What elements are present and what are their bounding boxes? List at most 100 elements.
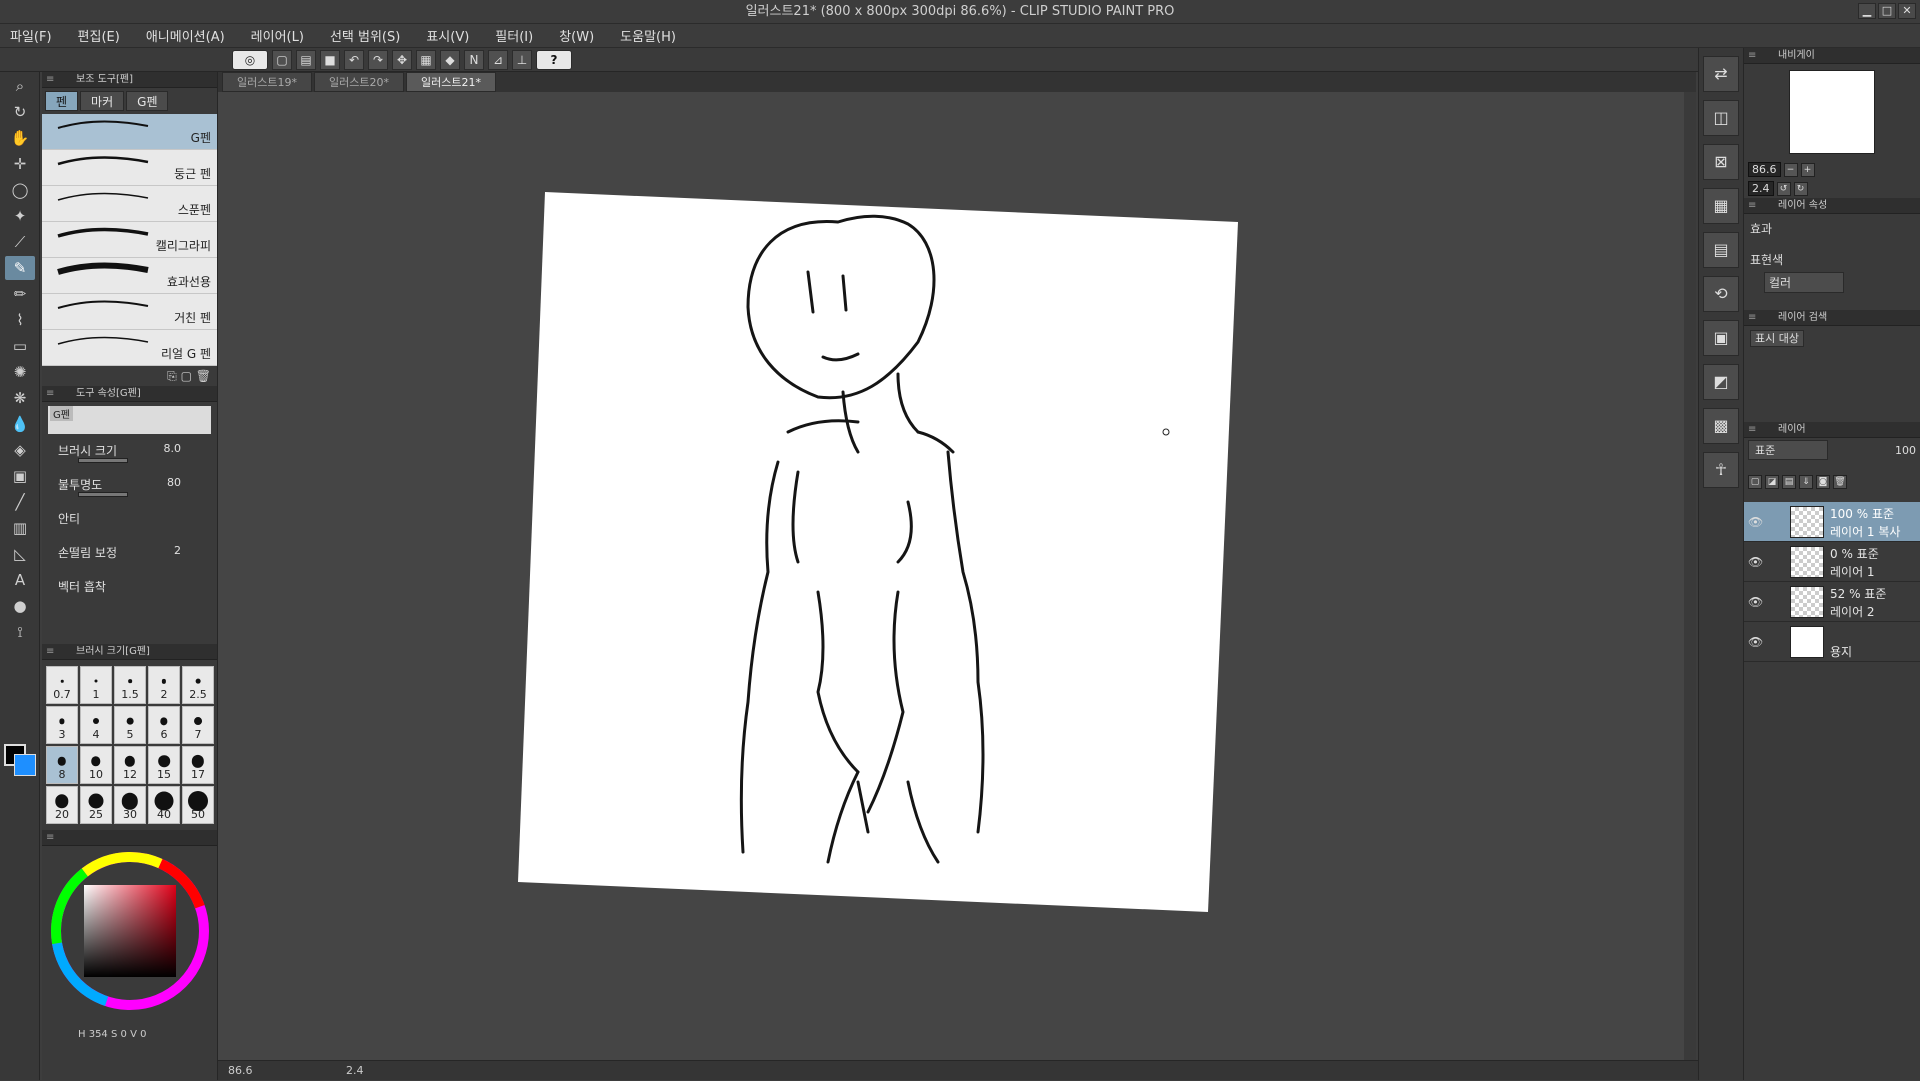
close-button[interactable]: ✕ bbox=[1898, 3, 1916, 19]
blend-tool-icon[interactable]: 💧 bbox=[5, 412, 35, 436]
stabilization-value[interactable]: 2 bbox=[174, 544, 181, 557]
layer-name[interactable]: 레이어 1 복사 bbox=[1830, 523, 1900, 540]
open-file-icon[interactable]: ▤ bbox=[296, 50, 316, 70]
hue-value[interactable]: 354 bbox=[89, 1029, 108, 1040]
color-swatch[interactable] bbox=[4, 744, 36, 784]
pencil-tool-icon[interactable]: ✏ bbox=[5, 282, 35, 306]
menu-selection[interactable]: 선택 범위(S) bbox=[330, 26, 400, 45]
brush-size-cell[interactable]: 1 bbox=[80, 666, 112, 704]
antialias-row[interactable]: 안티 bbox=[48, 508, 211, 542]
balloon-tool-icon[interactable]: ● bbox=[5, 594, 35, 618]
subtab-marker[interactable]: 마커 bbox=[80, 91, 125, 111]
eraser-tool-icon[interactable]: ▭ bbox=[5, 334, 35, 358]
brush-size-cell[interactable]: 40 bbox=[148, 786, 180, 824]
transform-icon[interactable]: ✥ bbox=[392, 50, 412, 70]
frame-tool-icon[interactable]: ▥ bbox=[5, 516, 35, 540]
material-icon[interactable]: ▦ bbox=[1703, 188, 1739, 224]
move-tool-icon[interactable]: ✛ bbox=[5, 152, 35, 176]
menu-help[interactable]: 도움말(H) bbox=[620, 26, 676, 45]
decoration-icon[interactable]: ❋ bbox=[5, 386, 35, 410]
new-layer-icon[interactable]: ▢ bbox=[1748, 475, 1762, 489]
lasso-tool-icon[interactable]: ◯ bbox=[5, 178, 35, 202]
brush-size-row[interactable]: 브러시 크기 8.0 bbox=[48, 440, 211, 474]
item-bank-icon[interactable]: ◩ bbox=[1703, 364, 1739, 400]
menu-animation[interactable]: 애니메이션(A) bbox=[146, 26, 225, 45]
brush-size-cell[interactable]: 12 bbox=[114, 746, 146, 784]
snap-ruler-icon[interactable]: N bbox=[464, 50, 484, 70]
navigator-rotation-value[interactable]: 2.4 bbox=[1748, 181, 1774, 196]
layer-name[interactable]: 용지 bbox=[1830, 643, 1852, 660]
brush-size-cell[interactable]: 2.5 bbox=[182, 666, 214, 704]
blend-mode-select[interactable]: 표준 bbox=[1748, 440, 1828, 460]
fill-icon[interactable]: ◆ bbox=[440, 50, 460, 70]
tab-doc-19[interactable]: 일러스트19* bbox=[222, 72, 312, 92]
brush-item[interactable]: 거친 펜 bbox=[42, 294, 217, 330]
canvas-vertical-scrollbar[interactable] bbox=[1684, 92, 1696, 1060]
vector-snap-row[interactable]: 벡터 흡착 bbox=[48, 576, 211, 610]
undo-icon[interactable]: ↶ bbox=[344, 50, 364, 70]
tab-doc-21[interactable]: 일러스트21* bbox=[405, 72, 496, 92]
brush-size-slider[interactable] bbox=[78, 458, 128, 463]
rotate-left-icon[interactable]: ↺ bbox=[1776, 181, 1791, 196]
brush-size-cell[interactable]: 3 bbox=[46, 706, 78, 744]
menu-view[interactable]: 표시(V) bbox=[426, 26, 469, 45]
brush-item[interactable]: 리얼 G 펜 bbox=[42, 330, 217, 366]
brush-size-cell[interactable]: 30 bbox=[114, 786, 146, 824]
redo-icon[interactable]: ↷ bbox=[368, 50, 388, 70]
image-material-icon[interactable]: ▣ bbox=[1703, 320, 1739, 356]
eye-icon[interactable]: 👁 bbox=[1748, 515, 1763, 529]
gradient-icon[interactable]: ▣ bbox=[5, 464, 35, 488]
hand-tool-icon[interactable]: ✋ bbox=[5, 126, 35, 150]
pose-icon[interactable]: ☥ bbox=[1703, 452, 1739, 488]
layer-row[interactable]: 👁 52 % 표준 레이어 2 bbox=[1744, 582, 1920, 622]
menu-window[interactable]: 창(W) bbox=[559, 26, 594, 45]
dock-icon[interactable]: ⇄ bbox=[1703, 56, 1739, 92]
brush-size-cell[interactable]: 7 bbox=[182, 706, 214, 744]
canvas-area[interactable] bbox=[218, 92, 1696, 1060]
brush-item[interactable]: G펜 bbox=[42, 114, 217, 150]
value-value[interactable]: 0 bbox=[140, 1029, 146, 1040]
status-zoom[interactable]: 86.6 bbox=[228, 1064, 253, 1077]
canvas[interactable] bbox=[218, 92, 1696, 1060]
delete-subtool-icon[interactable]: 🗑 bbox=[196, 369, 211, 383]
magic-wand-icon[interactable]: ✦ bbox=[5, 204, 35, 228]
eyedropper-icon[interactable]: ⟋ bbox=[5, 230, 35, 254]
rotate-tool-icon[interactable]: ↻ bbox=[5, 100, 35, 124]
opacity-slider[interactable] bbox=[78, 492, 128, 497]
layer-icon[interactable]: ▤ bbox=[1703, 232, 1739, 268]
ruler-tool-icon[interactable]: ◺ bbox=[5, 542, 35, 566]
background-color[interactable] bbox=[14, 754, 36, 776]
navigator-icon[interactable]: ◫ bbox=[1703, 100, 1739, 136]
snap-special-icon[interactable]: ⊥ bbox=[512, 50, 532, 70]
navigator-thumbnail[interactable] bbox=[1789, 70, 1875, 154]
clip-studio-icon[interactable]: ◎ bbox=[232, 50, 268, 70]
brush-size-cell[interactable]: 6 bbox=[148, 706, 180, 744]
new-vector-layer-icon[interactable]: ◪ bbox=[1765, 475, 1779, 489]
menu-filter[interactable]: 필터(I) bbox=[495, 26, 533, 45]
help-icon[interactable]: ? bbox=[536, 50, 572, 70]
maximize-button[interactable]: □ bbox=[1878, 3, 1896, 19]
layer-name[interactable]: 레이어 2 bbox=[1830, 603, 1875, 620]
eye-icon[interactable]: 👁 bbox=[1748, 595, 1763, 609]
brush-size-cell[interactable]: 50 bbox=[182, 786, 214, 824]
zoom-in-icon[interactable]: + bbox=[1800, 162, 1815, 177]
brush-item[interactable]: 스푼펜 bbox=[42, 186, 217, 222]
search-filter-select[interactable]: 표시 대상 bbox=[1750, 330, 1804, 347]
copy-subtool-icon[interactable]: ⎘ bbox=[167, 369, 177, 383]
new-folder-icon[interactable]: ▤ bbox=[1782, 475, 1796, 489]
layer-row[interactable]: 👁 100 % 표준 레이어 1 복사 bbox=[1744, 502, 1920, 542]
brush-size-cell[interactable]: 20 bbox=[46, 786, 78, 824]
line-tool-icon[interactable]: ╱ bbox=[5, 490, 35, 514]
merge-down-icon[interactable]: ⇓ bbox=[1799, 475, 1813, 489]
status-rotation[interactable]: 2.4 bbox=[346, 1064, 364, 1077]
eye-icon[interactable]: 👁 bbox=[1748, 555, 1763, 569]
pen-tool-icon[interactable]: ✎ bbox=[5, 256, 35, 280]
text-tool-icon[interactable]: A bbox=[5, 568, 35, 592]
brush-item[interactable]: 캘리그라피 bbox=[42, 222, 217, 258]
expression-color-select[interactable]: 컬러 bbox=[1764, 272, 1844, 293]
fill-tool-icon[interactable]: ◈ bbox=[5, 438, 35, 462]
brush-size-cell[interactable]: 4 bbox=[80, 706, 112, 744]
mask-icon[interactable]: ◙ bbox=[1816, 475, 1830, 489]
brush-size-cell[interactable]: 1.5 bbox=[114, 666, 146, 704]
opacity-value[interactable]: 80 bbox=[167, 476, 181, 489]
